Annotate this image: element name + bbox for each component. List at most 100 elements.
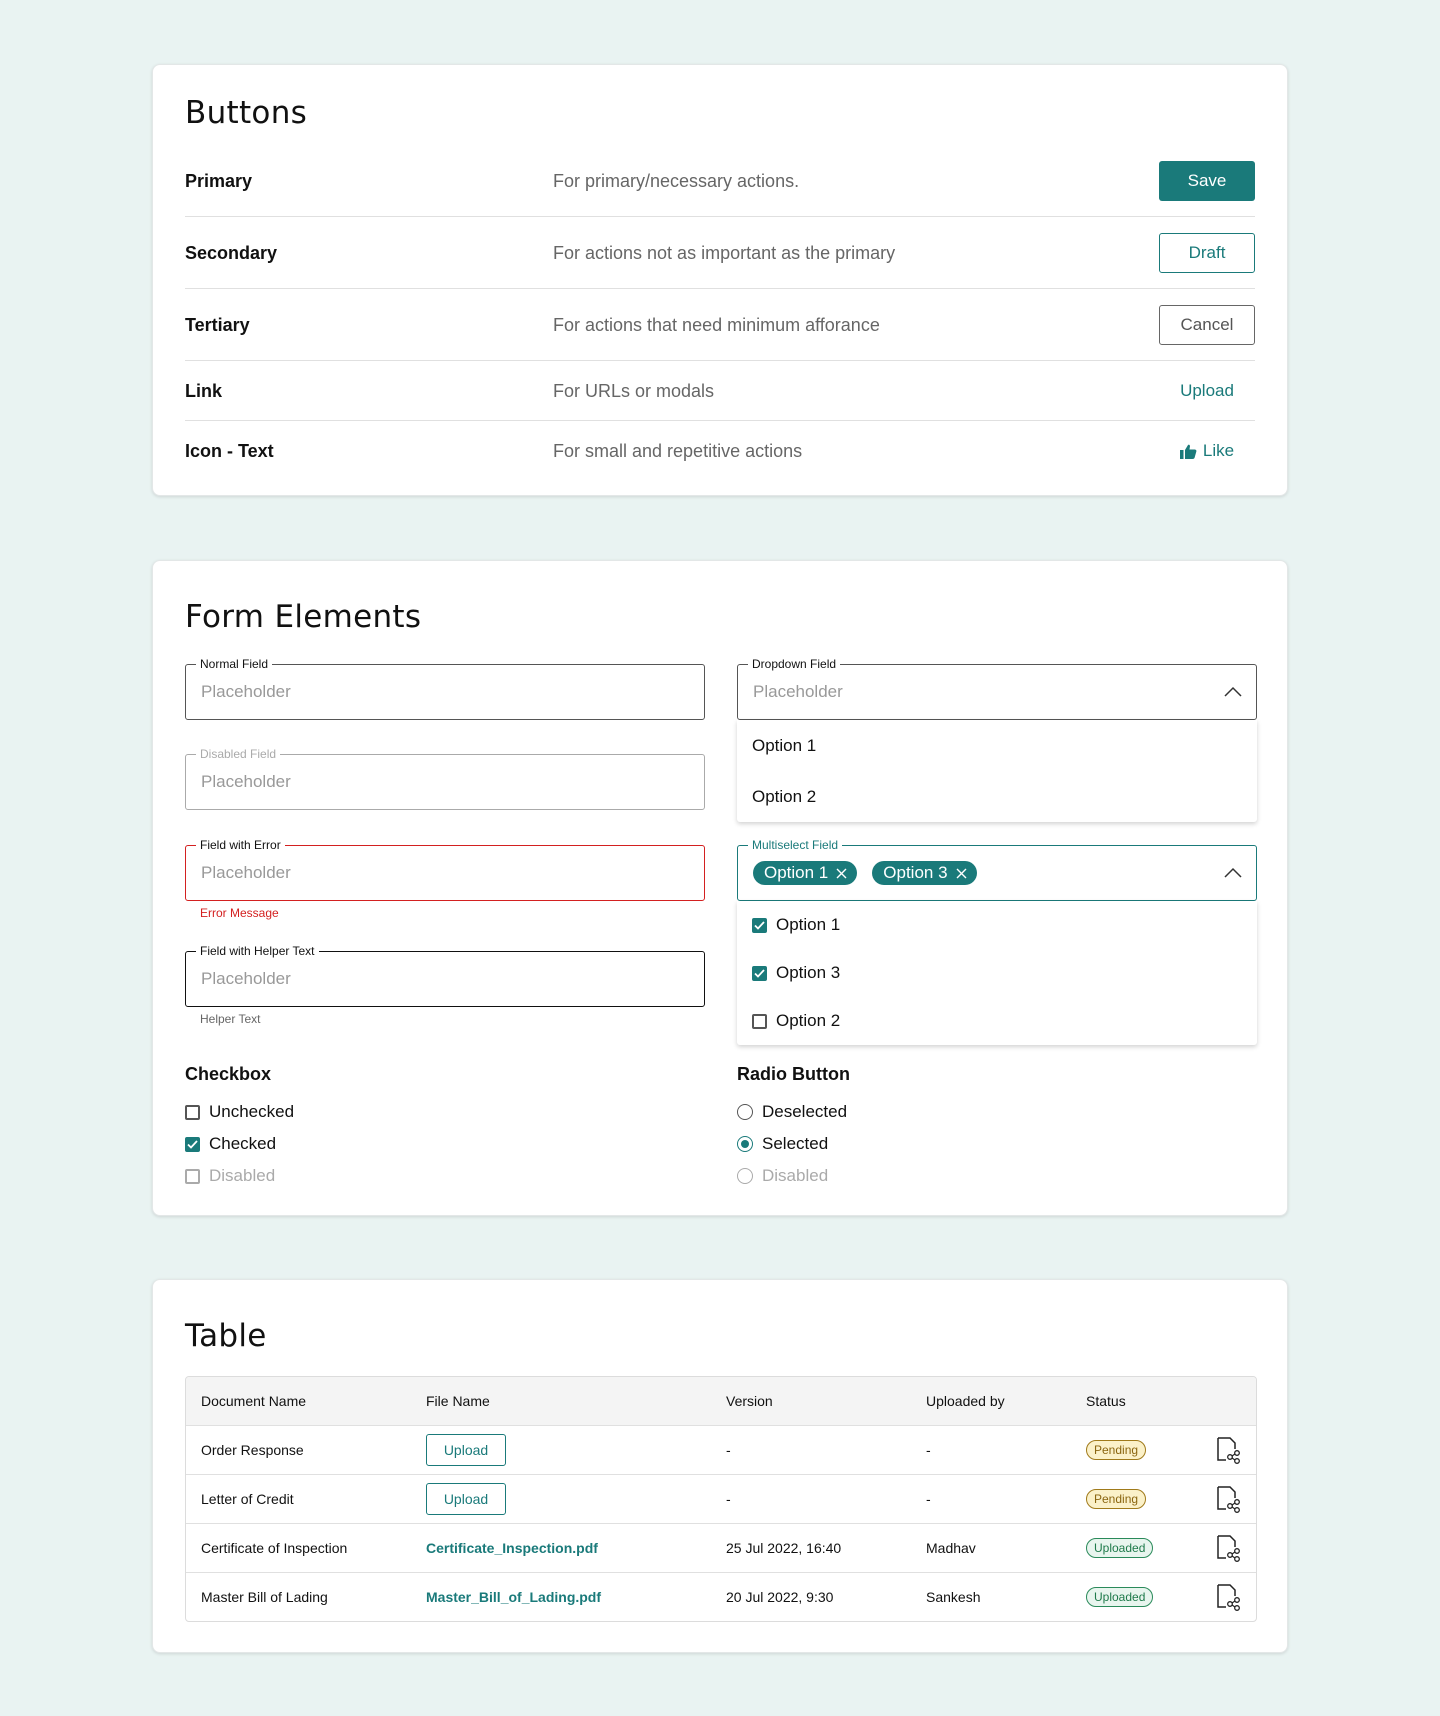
field-placeholder: Placeholder: [753, 682, 843, 701]
row-description: For actions that need minimum afforance: [553, 314, 880, 335]
uploaded-by: -: [926, 1442, 931, 1458]
multiselect-option[interactable]: Option 1: [737, 901, 1257, 949]
selected-chip: Option 3: [872, 861, 977, 885]
column-header: Status: [1086, 1393, 1126, 1409]
table-header-row: Document Name File Name Version Uploaded…: [186, 1377, 1256, 1425]
document-name: Letter of Credit: [201, 1491, 294, 1507]
documents-table: Document Name File Name Version Uploaded…: [185, 1376, 1257, 1622]
table-card: Table Document Name File Name Version Up…: [152, 1279, 1288, 1653]
row-name: Tertiary: [185, 314, 250, 335]
like-button[interactable]: Like: [1179, 441, 1235, 461]
version: 20 Jul 2022, 9:30: [726, 1589, 834, 1605]
divider: [185, 288, 1255, 289]
field-label: Field with Helper Text: [196, 944, 319, 958]
cancel-button[interactable]: Cancel: [1159, 305, 1255, 345]
error-field[interactable]: Field with Error Placeholder: [185, 838, 705, 901]
version: -: [726, 1491, 731, 1507]
radio-selected-icon[interactable]: [737, 1136, 753, 1152]
uploaded-by: Sankesh: [926, 1589, 981, 1605]
option-label: Option 3: [776, 963, 841, 982]
checkbox-group-title: Checkbox: [185, 1064, 272, 1084]
radio-label: Deselected: [762, 1102, 848, 1121]
like-label: Like: [1202, 441, 1235, 460]
checkbox-disabled-icon: [185, 1168, 200, 1184]
close-icon[interactable]: [836, 868, 847, 879]
row-description: For primary/necessary actions.: [553, 170, 800, 191]
upload-link[interactable]: Upload: [1180, 381, 1234, 401]
table-title: Table: [185, 1318, 267, 1354]
chevron-up-icon[interactable]: [1224, 684, 1242, 700]
checkbox-unchecked-icon[interactable]: [752, 1013, 767, 1029]
selected-chip: Option 1: [753, 861, 858, 885]
checkbox-checked-icon[interactable]: [185, 1136, 200, 1152]
chevron-up-icon[interactable]: [1224, 865, 1242, 881]
uploaded-by: Madhav: [926, 1540, 976, 1556]
checkbox-unchecked-icon[interactable]: [185, 1104, 200, 1120]
row-name: Link: [185, 380, 223, 401]
upload-button[interactable]: Upload: [426, 1483, 506, 1515]
chip-label: Option 1: [764, 863, 829, 882]
button-row-secondary: Secondary For actions not as important a…: [185, 233, 1255, 273]
button-row-icon-text: Icon - Text For small and repetitive act…: [185, 431, 1255, 471]
document-name: Order Response: [201, 1442, 304, 1458]
dropdown-field[interactable]: Dropdown Field Placeholder: [737, 657, 1257, 720]
status-badge: Uploaded: [1086, 1538, 1154, 1558]
checkbox-label: Unchecked: [209, 1102, 295, 1121]
multiselect-menu: Option 1 Option 3 Option 2: [737, 901, 1257, 1045]
checkbox-checked-icon[interactable]: [752, 965, 767, 981]
share-document-icon[interactable]: [1216, 1485, 1242, 1513]
row-name: Secondary: [185, 242, 278, 263]
button-row-tertiary: Tertiary For actions that need minimum a…: [185, 305, 1255, 345]
divider: [185, 216, 1255, 217]
disabled-field: Disabled Field Placeholder: [185, 747, 705, 810]
dropdown-option[interactable]: Option 2: [737, 771, 1257, 822]
radio-label: Selected: [762, 1134, 829, 1153]
version: -: [726, 1442, 731, 1458]
helper-field[interactable]: Field with Helper Text Placeholder: [185, 944, 705, 1007]
field-placeholder: Placeholder: [201, 772, 291, 791]
radio-disabled-icon: [737, 1168, 753, 1184]
option-label: Option 1: [776, 915, 841, 934]
upload-button[interactable]: Upload: [426, 1434, 506, 1466]
multiselect-field[interactable]: Multiselect Field Option 1 Option 3: [737, 838, 1257, 901]
divider: [185, 360, 1255, 361]
table-row: Letter of Credit Upload - - Pending: [186, 1474, 1256, 1523]
radio-disabled: Disabled: [737, 1166, 828, 1186]
file-link[interactable]: Certificate_Inspection.pdf: [426, 1540, 598, 1556]
status-badge: Uploaded: [1086, 1587, 1154, 1607]
row-description: For URLs or modals: [553, 380, 715, 401]
radio-selected[interactable]: Selected: [737, 1134, 828, 1154]
checkbox-checked-icon[interactable]: [752, 917, 767, 933]
multiselect-option[interactable]: Option 3: [737, 949, 1257, 997]
radio-deselected[interactable]: Deselected: [737, 1102, 847, 1122]
file-link[interactable]: Master_Bill_of_Lading.pdf: [426, 1589, 601, 1605]
share-document-icon[interactable]: [1216, 1583, 1242, 1611]
row-description: For small and repetitive actions: [553, 440, 803, 461]
close-icon[interactable]: [956, 868, 967, 879]
field-placeholder: Placeholder: [201, 969, 291, 988]
dropdown-menu: Option 1 Option 2: [737, 720, 1257, 822]
status-badge: Pending: [1086, 1489, 1147, 1509]
radio-deselected-icon[interactable]: [737, 1104, 753, 1120]
row-description: For actions not as important as the prim…: [553, 242, 896, 263]
field-label: Field with Error: [196, 838, 285, 852]
field-label: Multiselect Field: [748, 838, 843, 852]
form-elements-card: Form Elements Normal Field Placeholder D…: [152, 560, 1288, 1216]
buttons-card: Buttons Primary For primary/necessary ac…: [152, 64, 1288, 496]
multiselect-option[interactable]: Option 2: [737, 997, 1257, 1045]
normal-field[interactable]: Normal Field Placeholder: [185, 657, 705, 720]
checkbox-checked[interactable]: Checked: [185, 1134, 276, 1154]
column-header: Uploaded by: [926, 1393, 1005, 1409]
row-name: Primary: [185, 170, 253, 191]
save-button[interactable]: Save: [1159, 161, 1255, 201]
dropdown-option[interactable]: Option 1: [737, 720, 1257, 771]
radio-group-title: Radio Button: [737, 1064, 850, 1084]
share-document-icon[interactable]: [1216, 1436, 1242, 1464]
share-document-icon[interactable]: [1216, 1534, 1242, 1562]
draft-button[interactable]: Draft: [1159, 233, 1255, 273]
checkbox-unchecked[interactable]: Unchecked: [185, 1102, 294, 1122]
table-row: Master Bill of Lading Master_Bill_of_Lad…: [186, 1572, 1256, 1621]
chip-label: Option 3: [883, 863, 948, 882]
table-row: Certificate of Inspection Certificate_In…: [186, 1523, 1256, 1572]
checkbox-disabled: Disabled: [185, 1166, 275, 1186]
